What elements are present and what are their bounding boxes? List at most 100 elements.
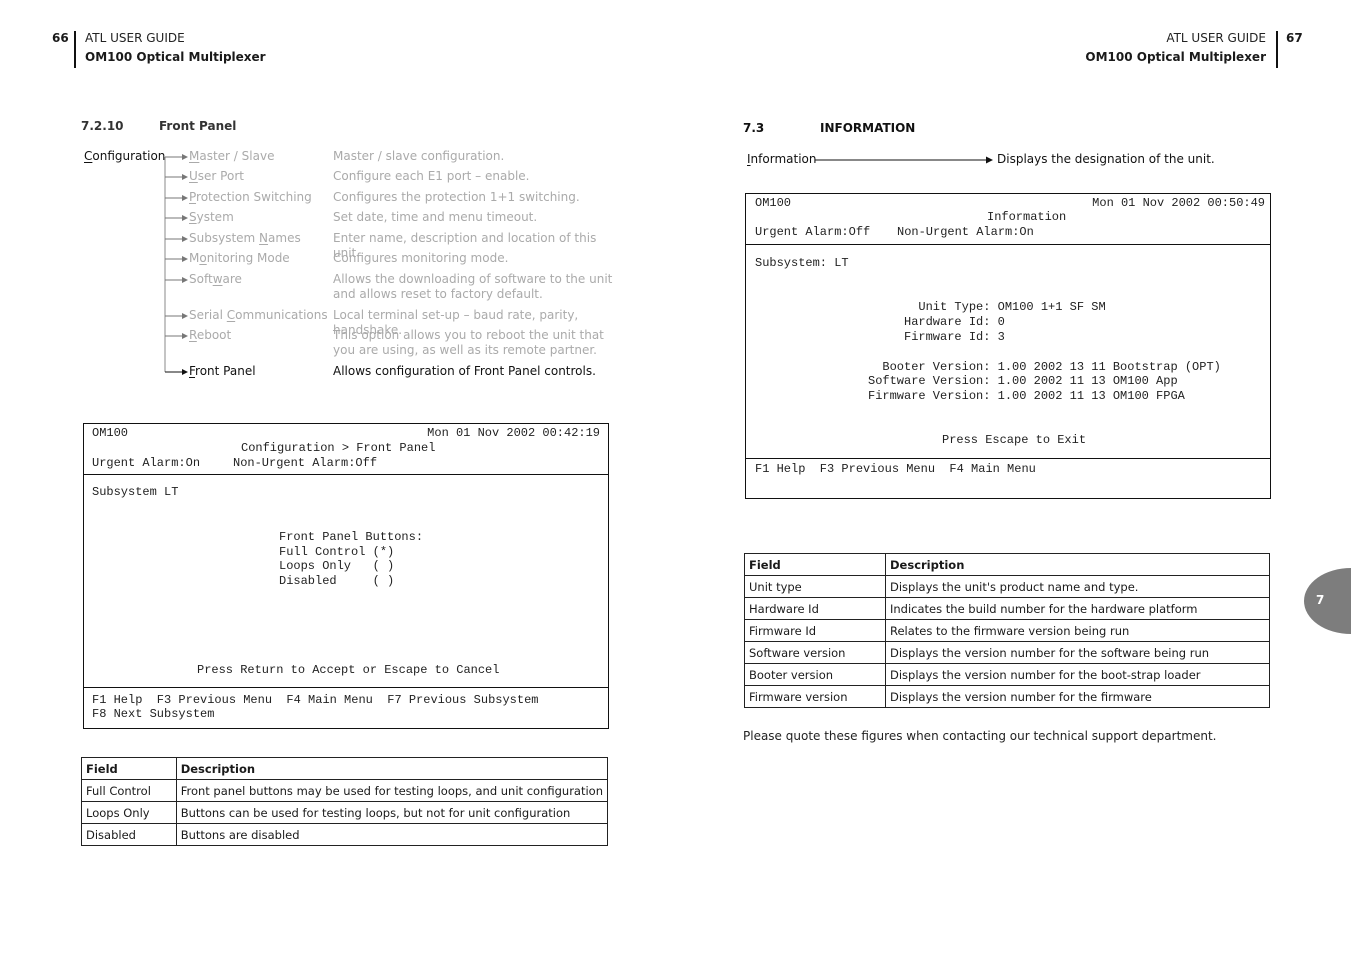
arrow-icon	[165, 195, 188, 201]
terminal-screen-information: OM100 Mon 01 Nov 2002 00:50:49 Informati…	[745, 193, 1271, 499]
urgent-alarm-status: Urgent Alarm:Off	[755, 225, 871, 239]
menu-item: System	[189, 210, 234, 224]
guide-title: ATL USER GUIDE	[85, 31, 185, 45]
field-cell: Hardware Id	[744, 597, 886, 620]
description-cell: Displays the unit's product name and typ…	[885, 575, 1270, 598]
menu-root-configuration: Configuration	[84, 149, 165, 163]
field-cell: Loops Only	[81, 801, 177, 824]
description-cell: Displays the version number for the boot…	[885, 663, 1270, 686]
menu-item-description: Allows configuration of Front Panel cont…	[333, 364, 596, 378]
radio-option[interactable]: Loops Only ( )	[279, 559, 394, 573]
arrow-icon	[165, 333, 188, 339]
hotkey-letter: S	[189, 210, 197, 224]
terminal-subsystem: Subsystem: LT	[755, 256, 849, 270]
menu-item-label-post: ser Port	[197, 169, 244, 183]
menu-item-label-pre: Subsystem	[189, 231, 260, 245]
table-row: Unit type Displays the unit's product nam…	[744, 575, 1270, 598]
arrow-icon	[165, 236, 188, 242]
terminal-divider	[84, 687, 608, 688]
hotkey-letter: U	[189, 169, 198, 183]
menu-item-description: Configures the protection 1+1 switching.	[333, 190, 580, 204]
hotkey-letter: o	[199, 251, 207, 265]
info-line: Software Version: 1.00 2002 11 13 OM100 …	[868, 374, 1178, 388]
info-line: Firmware Version: 1.00 2002 11 13 OM100 …	[868, 389, 1185, 403]
chapter-number: 7	[1316, 593, 1325, 607]
menu-item-label-post: are	[222, 272, 242, 286]
field-cell: Unit type	[744, 575, 886, 598]
menu-root-label: onfiguration	[92, 149, 166, 163]
menu-item-description: Displays the designation of the unit.	[997, 152, 1215, 166]
arrow-icon	[165, 277, 188, 283]
menu-item-description: Allows the downloading of software to th…	[333, 272, 613, 301]
arrow-icon	[165, 313, 188, 319]
terminal-title: Information	[987, 210, 1067, 224]
field-cell: Firmware Id	[744, 619, 886, 642]
arrow-icon	[165, 256, 188, 262]
option-label: Full Control	[279, 545, 366, 559]
menu-item-label-post: aster / Slave	[199, 149, 275, 163]
options-title: Front Panel Buttons:	[279, 530, 424, 544]
menu-item-label-post: rotection Switching	[196, 190, 312, 204]
description-cell: Buttons are disabled	[175, 823, 609, 846]
terminal-breadcrumb: Configuration > Front Panel	[241, 441, 436, 455]
menu-item-description: Set date, time and menu timeout.	[333, 210, 538, 224]
radio-option[interactable]: Full Control (*)	[279, 545, 394, 559]
description-cell: Displays the version number for the soft…	[885, 641, 1270, 664]
function-keys-line-1: F1 Help F3 Previous Menu F4 Main Menu F7…	[92, 693, 539, 707]
terminal-prompt: Press Return to Accept or Escape to Canc…	[197, 663, 500, 677]
page-number: 66	[52, 31, 69, 45]
option-radio-mark[interactable]: ( )	[373, 559, 395, 573]
description-cell: Indicates the build number for the hardw…	[885, 597, 1270, 620]
section-title: INFORMATION	[820, 121, 916, 135]
column-header: Description	[175, 757, 609, 780]
terminal-datetime: Mon 01 Nov 2002 00:42:19	[427, 426, 600, 440]
menu-item: Subsystem Names	[189, 231, 301, 245]
field-cell: Firmware version	[744, 685, 886, 708]
support-note: Please quote these figures when contacti…	[743, 729, 1217, 743]
option-radio-mark[interactable]: (*)	[373, 545, 395, 559]
menu-item-label-post: ystem	[196, 210, 234, 224]
product-name: OM100 Optical Multiplexer	[85, 50, 266, 64]
menu-item-label-post: nitoring Mode	[206, 251, 290, 265]
terminal-device: OM100	[92, 426, 129, 440]
arrow-icon	[165, 154, 188, 160]
menu-item: Software	[189, 272, 242, 286]
description-cell: Front panel buttons may be used for test…	[175, 779, 609, 802]
terminal-subsystem: Subsystem LT	[92, 485, 179, 499]
menu-item: Serial Communications	[189, 308, 328, 322]
field-cell: Full Control	[81, 779, 177, 802]
table-row: Firmware version Displays the version num…	[744, 685, 1270, 708]
table-row: Disabled Buttons are disabled	[81, 823, 609, 846]
menu-item-label-post: ames	[268, 231, 301, 245]
section-number: 7.2.10	[81, 119, 124, 133]
column-header: Field	[744, 553, 886, 576]
menu-item-label-post: ommunications	[235, 308, 328, 322]
function-keys-line-2: F8 Next Subsystem	[92, 707, 215, 721]
hotkey-letter: N	[259, 231, 269, 245]
table-header-row: Field Description	[81, 757, 609, 780]
table-row: Full Control Front panel buttons may be u…	[81, 779, 609, 802]
menu-item-label-pre: M	[189, 251, 200, 265]
menu-item-label-post: eboot	[196, 328, 232, 342]
urgent-alarm-status: Urgent Alarm:On	[92, 456, 201, 470]
arrow-icon	[165, 369, 188, 375]
radio-option[interactable]: Disabled ( )	[279, 574, 394, 588]
menu-item-description: Configures monitoring mode.	[333, 251, 509, 265]
menu-item: Monitoring Mode	[189, 251, 290, 265]
hotkey-letter: C	[226, 308, 236, 322]
table-row: Hardware Id Indicates the build number fo…	[744, 597, 1270, 620]
non-urgent-alarm-status: Non-Urgent Alarm:On	[897, 225, 1034, 239]
header-divider	[74, 31, 76, 68]
menu-item-description: This option allows you to reboot the uni…	[333, 328, 604, 357]
chapter-tab: 7	[1304, 568, 1351, 634]
option-label: Disabled	[279, 574, 366, 588]
option-radio-mark[interactable]: ( )	[373, 574, 395, 588]
menu-item-label-pre: Soft	[189, 272, 213, 286]
information-field-table: Field Description Unit type Displays the …	[744, 553, 1270, 708]
tree-connector-lines	[164, 157, 182, 373]
description-cell: Relates to the firmware version being ru…	[885, 619, 1270, 642]
menu-item: Front Panel	[189, 364, 256, 378]
hotkey-letter: P	[189, 190, 197, 204]
menu-item-label-pre: Serial	[189, 308, 227, 322]
table-row: Software version Displays the version num…	[744, 641, 1270, 664]
